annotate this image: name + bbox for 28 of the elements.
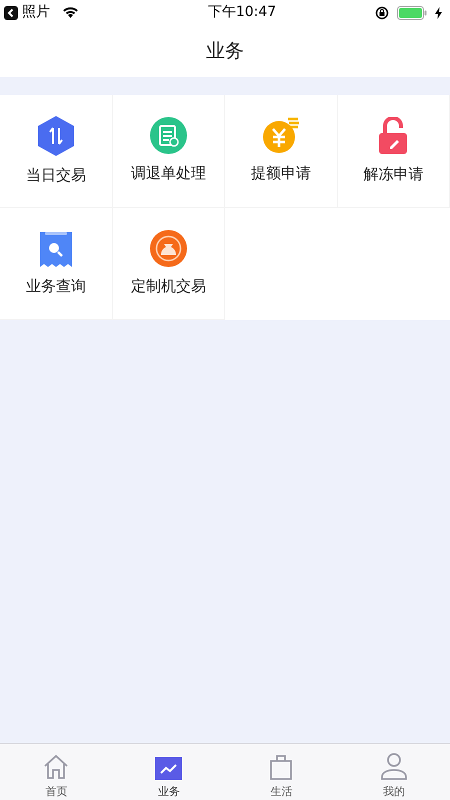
service-tile[interactable]: 提额申请 xyxy=(225,95,338,208)
tab-item[interactable]: 业务 xyxy=(112,744,225,800)
service-tile[interactable]: 调退单处理 xyxy=(112,95,225,208)
charging-icon xyxy=(435,6,442,18)
notepad-icon xyxy=(150,117,187,154)
status-time: 下午10:47 xyxy=(206,3,278,22)
search-receipt-icon xyxy=(40,230,72,266)
back-button[interactable]: 照片 xyxy=(4,2,50,23)
rotation-lock-icon xyxy=(375,6,389,20)
tab-item[interactable]: 生活 xyxy=(225,744,338,800)
service-tile[interactable]: 业务查询 xyxy=(0,208,112,320)
service-tile[interactable]: 解冻申请 xyxy=(338,95,450,208)
unlocked-padlock-icon xyxy=(378,116,408,154)
money-bag-icon xyxy=(150,230,187,266)
back-icon xyxy=(4,6,18,20)
person-icon xyxy=(380,752,408,780)
tab-item[interactable]: 首页 xyxy=(0,744,112,800)
wifi-icon xyxy=(62,6,79,18)
service-tile[interactable]: 当日交易 xyxy=(0,95,112,208)
page-title: 业务 xyxy=(206,38,244,64)
yen-coin-icon xyxy=(262,117,300,154)
shopping-bag-icon xyxy=(269,754,294,780)
battery-icon xyxy=(397,6,427,20)
home-icon xyxy=(43,754,70,780)
tab-item[interactable]: 我的 xyxy=(338,744,450,800)
exchange-icon xyxy=(38,116,74,156)
trend-chart-icon xyxy=(155,756,182,780)
service-tile[interactable]: 定制机交易 xyxy=(112,208,225,320)
